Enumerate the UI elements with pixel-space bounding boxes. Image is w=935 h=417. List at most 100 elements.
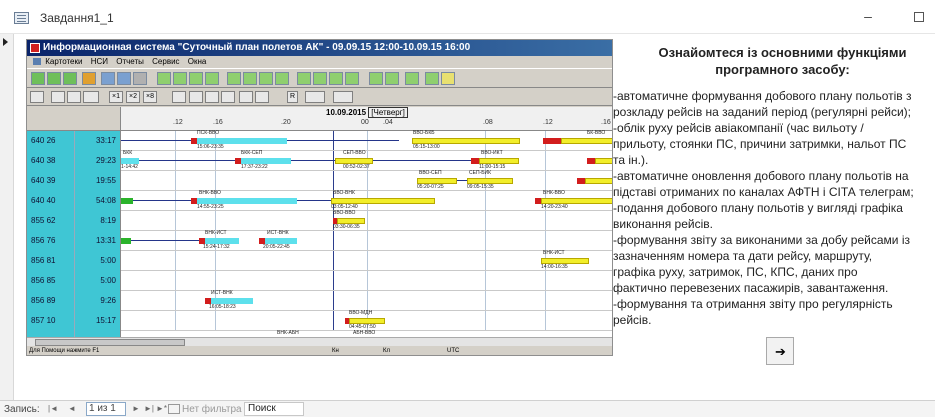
menu-item-nsi[interactable]: НСИ [91, 57, 108, 66]
flight-label: ВНК-ИСТ [205, 230, 227, 236]
toolbar-plan9-icon[interactable] [297, 72, 311, 85]
window-titlebar: Завдання1_1 – [0, 0, 935, 34]
toolbar-columns-icon[interactable] [83, 91, 99, 103]
table-row[interactable]: 640 40 54:08 ВНК-ВВО 14:55-23:25 ВВО-ВНК… [27, 191, 612, 211]
flight-bar[interactable] [585, 178, 612, 184]
toolbar-filter-icon[interactable] [255, 91, 269, 103]
info-heading-line: Ознайомтеся із основними функціями [658, 45, 907, 60]
toolbar-save-icon[interactable] [239, 91, 253, 103]
aircraft-id: 640 40 [27, 191, 75, 211]
aircraft-id: 856 76 [27, 231, 75, 251]
menu-item-reports[interactable]: Отчеты [116, 57, 144, 66]
toolbar-r-button[interactable]: R [287, 91, 299, 103]
toolbar-link-icon[interactable] [189, 91, 203, 103]
flight-hours: 5:00 [75, 251, 121, 271]
toolbar-view4-icon[interactable] [425, 72, 439, 85]
horizontal-scrollbar[interactable] [27, 337, 612, 346]
zoom-x2-button[interactable]: ×2 [126, 91, 140, 103]
flight-time: 14:20-23:40 [541, 204, 568, 210]
toolbar-view1-icon[interactable] [369, 72, 383, 85]
toolbar-plan10-icon[interactable] [313, 72, 327, 85]
toolbar-plan8-icon[interactable] [275, 72, 289, 85]
toolbar-plan5-icon[interactable] [227, 72, 241, 85]
form-icon [14, 12, 29, 24]
toolbar-grid2-icon[interactable] [47, 72, 61, 85]
toolbar-grid3-icon[interactable] [63, 72, 77, 85]
current-record-arrow-icon [3, 38, 8, 46]
zoom-x8-button[interactable]: ×8 [143, 91, 157, 103]
app-toolbar [27, 68, 612, 88]
info-line: -облік руху рейсів авіакомпанії (час вил… [613, 121, 864, 135]
toolbar-preview-icon[interactable] [205, 91, 219, 103]
toolbar-calc-icon[interactable] [82, 72, 96, 85]
flight-hours: 8:19 [75, 211, 121, 231]
zoom-x1-button[interactable]: ×1 [109, 91, 123, 103]
flight-label: ВВО-МДН [349, 310, 373, 316]
connector-line [373, 160, 471, 161]
toolbar-copy-icon[interactable] [172, 91, 186, 103]
toolbar-tools-icon[interactable] [305, 91, 325, 103]
toolbar-doc-icon[interactable] [133, 72, 147, 85]
status-field-3: UTC [447, 348, 460, 354]
flight-bar[interactable] [595, 158, 612, 164]
next-record-button[interactable]: ► [132, 404, 140, 413]
first-record-button[interactable]: |◄ [48, 404, 58, 413]
toolbar-funnel-icon[interactable] [333, 91, 353, 103]
toolbar-mail-icon[interactable] [441, 72, 455, 85]
table-row[interactable]: 856 85 5:00 [27, 271, 612, 291]
tick-label: .16 [213, 119, 223, 126]
search-input[interactable]: Поиск [244, 402, 304, 416]
toolbar-plan12-icon[interactable] [345, 72, 359, 85]
toolbar-grid-icon[interactable] [31, 72, 45, 85]
next-button[interactable]: ➔ [766, 337, 794, 365]
delay-bar [543, 138, 561, 144]
table-row[interactable]: 640 39 19:55 ВВО-СЕП 05:20-07:25 СЕП-БИК… [27, 171, 612, 191]
menu-item-cards[interactable]: Картотеки [45, 57, 82, 66]
minimize-button[interactable]: – [858, 6, 878, 26]
table-row[interactable]: 856 81 5:00 ВНК-ИСТ 14:00-16:35 [27, 251, 612, 271]
flight-bar[interactable] [561, 138, 612, 144]
toolbar-tree-icon[interactable] [67, 91, 81, 103]
toolbar-refresh-icon[interactable] [51, 91, 65, 103]
table-row[interactable]: 855 62 8:19 ВВО-ВВО 03:30-06:35 [27, 211, 612, 231]
toolbar-report-icon[interactable] [101, 72, 115, 85]
toolbar-print-icon[interactable] [221, 91, 235, 103]
toolbar-chart-icon[interactable] [117, 72, 131, 85]
filter-status[interactable]: Нет фильтра [182, 404, 242, 415]
toolbar-plan2-icon[interactable] [173, 72, 187, 85]
table-row[interactable]: 640 38 29:23 БКК 1-14:42 БКК-СЕП 17:37-2… [27, 150, 612, 171]
toolbar-view2-icon[interactable] [385, 72, 399, 85]
toolbar-pointer-icon[interactable] [30, 91, 44, 103]
menu-item-windows[interactable]: Окна [188, 57, 207, 66]
flight-label: СЕП-ВВО [343, 150, 366, 156]
flight-hours: 19:55 [75, 171, 121, 191]
toolbar-plan11-icon[interactable] [329, 72, 343, 85]
new-record-button[interactable]: ►* [156, 404, 167, 413]
toolbar-view3-icon[interactable] [405, 72, 419, 85]
scrollbar-thumb[interactable] [35, 339, 185, 346]
table-row[interactable]: 857 10 15:17 ВВО-МДН 04:45-07:50 [27, 310, 612, 331]
grid-header-left [27, 107, 121, 131]
toolbar-plan7-icon[interactable] [259, 72, 273, 85]
toolbar-plan4-icon[interactable] [205, 72, 219, 85]
maximize-button[interactable] [914, 12, 924, 22]
arrow-right-icon: ➔ [775, 344, 786, 359]
toolbar-plan6-icon[interactable] [243, 72, 257, 85]
connector-line [133, 200, 191, 201]
table-row[interactable]: 856 89 9:26 ИСТ-ВНК 16:05-18:23 [27, 291, 612, 311]
current-record-input[interactable]: 1 из 1 [86, 402, 126, 416]
info-line: зазначенням номера та дати рейсу, маршру… [613, 249, 873, 263]
toolbar-plan3-icon[interactable] [189, 72, 203, 85]
completed-bar [121, 198, 133, 204]
flight-label: ВВО-ИКТ [481, 150, 503, 156]
flight-label: БКК [123, 150, 133, 156]
previous-record-button[interactable]: ◄ [68, 404, 76, 413]
table-row[interactable]: 640 26 33:17 ПСК-ВВО 15:06-23:35 ВВО-БКБ… [27, 131, 612, 151]
menu-item-service[interactable]: Сервис [152, 57, 179, 66]
last-record-button[interactable]: ►| [144, 404, 154, 413]
app-toolbar-secondary: ×1 ×2 ×8 R [27, 88, 612, 106]
table-row[interactable]: 856 76 13:31 ВНК-ИСТ 15:24-17:32 ИСТ-ВНК… [27, 230, 612, 251]
flight-hours: 13:31 [75, 231, 121, 251]
toolbar-plan1-icon[interactable] [157, 72, 171, 85]
record-selector[interactable] [0, 34, 14, 400]
